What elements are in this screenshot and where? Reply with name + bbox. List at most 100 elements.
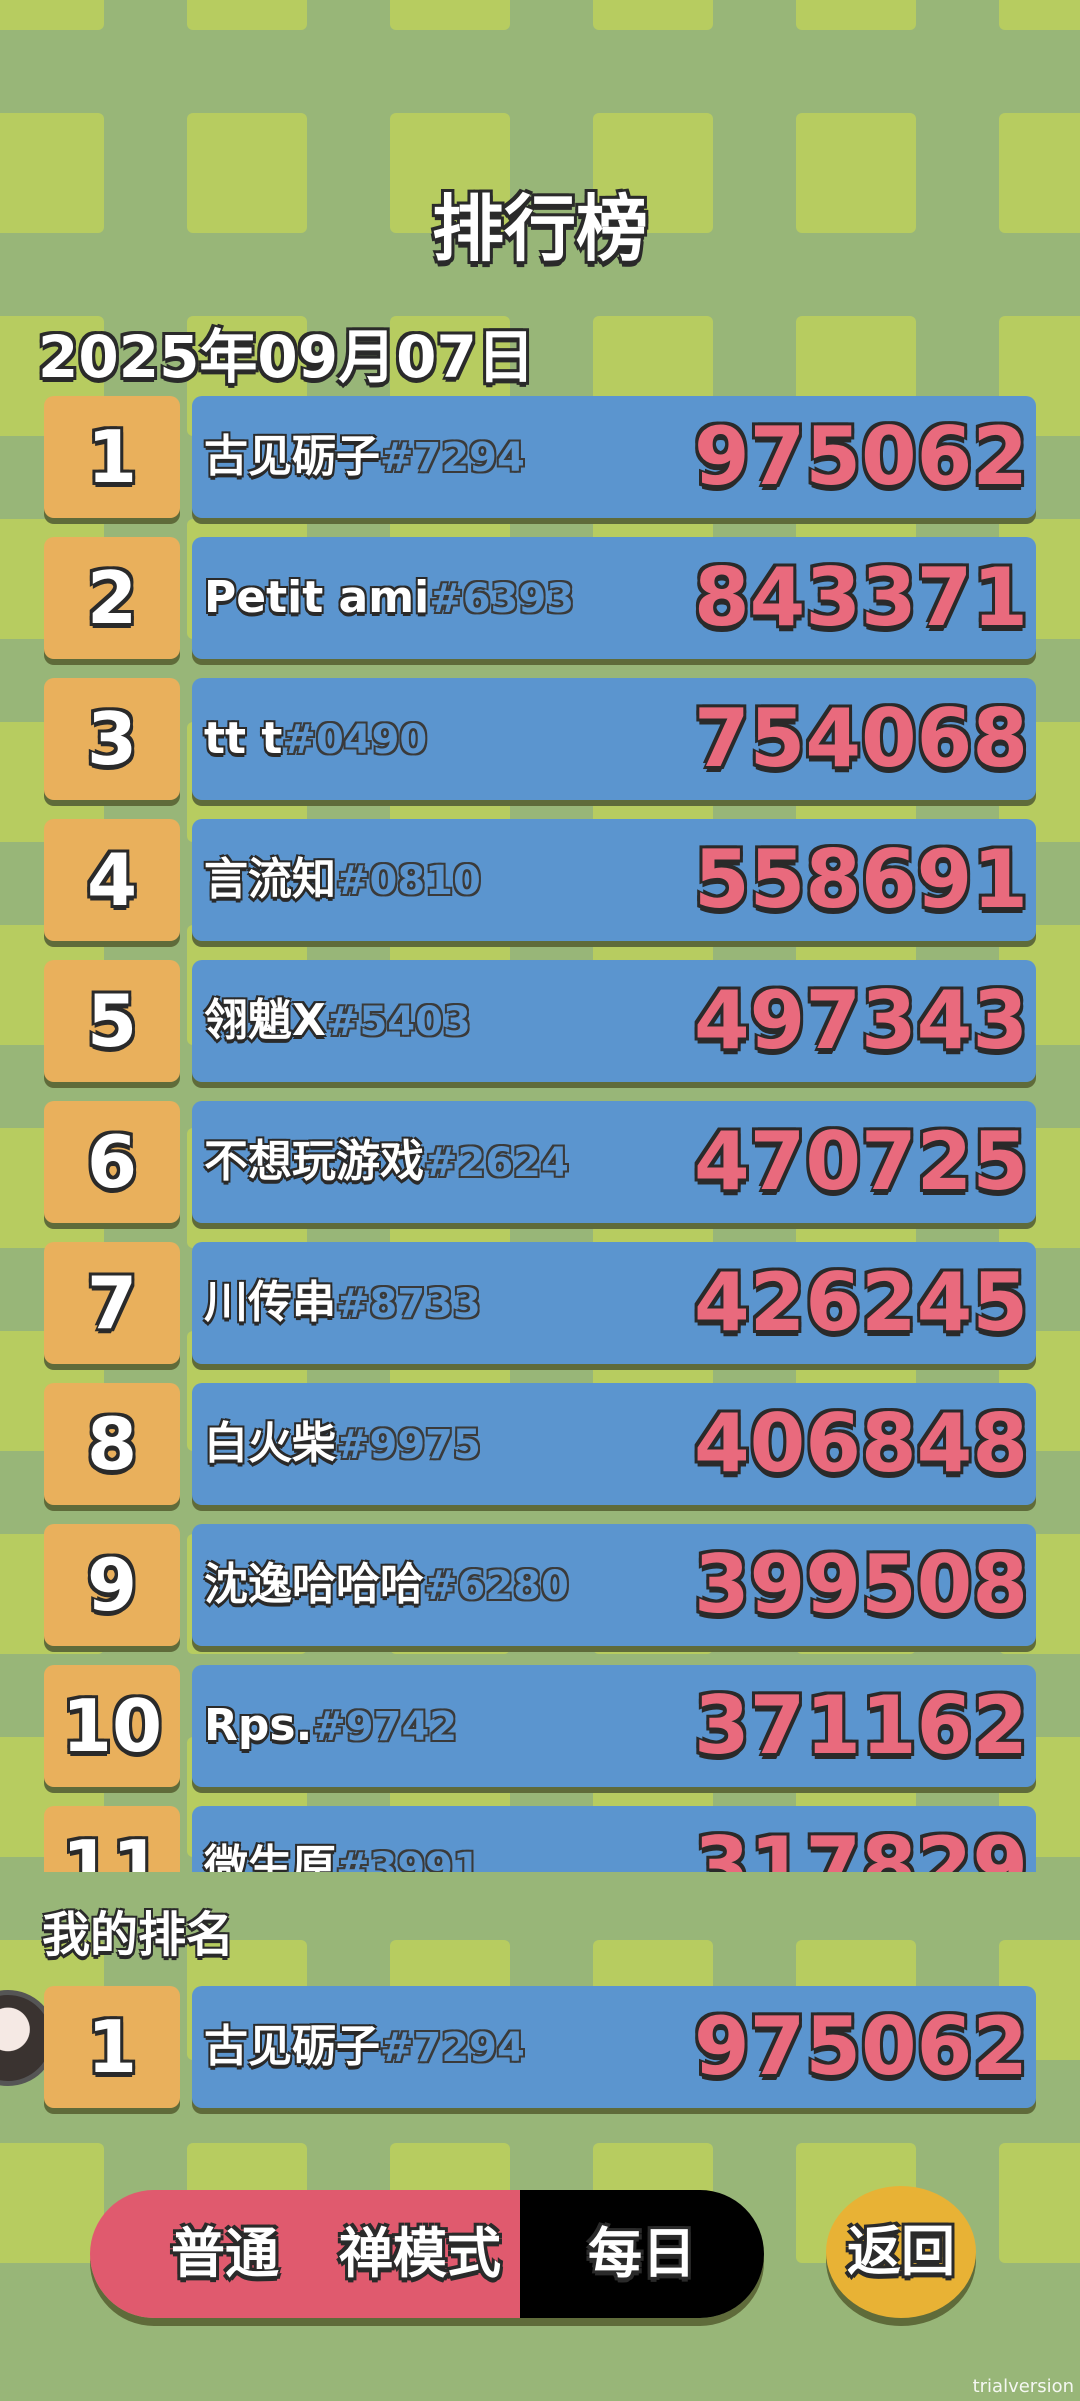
rank-number: 5 [44,960,180,1082]
player-bar: Rps.#9742 371162 [192,1665,1036,1787]
background-tile [999,2143,1080,2263]
leaderboard-row: 2 Petit ami#6393 843371 [40,533,1040,663]
player-score: 470725 [694,1115,1028,1208]
player-score: 975062 [694,410,1028,503]
background-tile [999,0,1080,30]
player-name: 言流知 [204,854,336,905]
rank-number: 7 [44,1242,180,1364]
player-score: 843371 [694,551,1028,644]
my-rank-number: 1 [44,1986,180,2108]
player-name-line: 不想玩游戏#2624 [204,1101,569,1224]
player-score: 371162 [694,1679,1028,1772]
leaderboard-row: 5 翎魈X#5403 497343 [40,956,1040,1086]
player-name: Rps. [204,1700,313,1751]
leaderboard-row: 6 不想玩游戏#2624 470725 [40,1097,1040,1227]
player-name: 川传串 [204,1277,336,1328]
player-bar: 不想玩游戏#2624 470725 [192,1101,1036,1223]
player-score: 399508 [694,1538,1028,1631]
mode-selector: 普通 禅模式 每日 [90,2190,764,2318]
background-tile [0,2143,104,2263]
player-name-line: 沈逸哈哈哈#6280 [204,1524,569,1647]
rank-number: 3 [44,678,180,800]
player-score: 558691 [694,833,1028,926]
leaderboard-row: 9 沈逸哈哈哈#6280 399508 [40,1520,1040,1650]
player-name-line: 古见砺子#7294 [204,396,525,519]
leaderboard-row: 3 tt t#0490 754068 [40,674,1040,804]
player-name-line: Rps.#9742 [204,1665,457,1788]
player-tag: #2624 [424,1140,569,1186]
tab-normal[interactable]: 普通 [90,2190,320,2318]
player-bar: 翎魈X#5403 497343 [192,960,1036,1082]
tab-zen[interactable]: 禅模式 [320,2190,520,2318]
rank-number: 6 [44,1101,180,1223]
background-tile [187,0,307,30]
player-name-line: Petit ami#6393 [204,537,574,660]
player-bar: 言流知#0810 558691 [192,819,1036,941]
player-bar: 古见砺子#7294 975062 [192,396,1036,518]
player-score: 754068 [694,692,1028,785]
page-title: 排行榜 [431,187,648,271]
player-score: 426245 [694,1256,1028,1349]
background-tile [593,0,713,30]
player-name: 白火柴 [204,1418,336,1469]
player-score: 497343 [694,974,1028,1067]
player-name-line: 言流知#0810 [204,819,481,942]
my-player-bar: 古见砺子#7294 975062 [192,1986,1036,2108]
player-bar: 白火柴#9975 406848 [192,1383,1036,1505]
back-button[interactable]: 返回 [826,2186,976,2318]
rank-number: 2 [44,537,180,659]
player-name: tt t [204,713,283,764]
my-player-name-line: 古见砺子#7294 [204,1986,525,2109]
rank-number: 8 [44,1383,180,1505]
player-tag: #3991 [336,1845,481,1872]
player-bar: tt t#0490 754068 [192,678,1036,800]
player-score: 406848 [694,1397,1028,1490]
leaderboard-row: 4 言流知#0810 558691 [40,815,1040,945]
player-name: 翎魈X [204,995,326,1046]
leaderboard-date: 2025年09月07日 [38,323,535,391]
player-name: 不想玩游戏 [204,1136,424,1187]
player-name-line: tt t#0490 [204,678,427,801]
my-player-tag: #7294 [380,2025,525,2071]
player-bar: 沈逸哈哈哈#6280 399508 [192,1524,1036,1646]
player-name: Petit ami [204,572,430,623]
my-rank-label: 我的排名 [42,1907,235,1963]
player-tag: #0810 [336,858,481,904]
background-tile [796,0,916,30]
leaderboard-row: 11 微生原#3991 317829 [40,1802,1040,1872]
rank-number: 1 [44,396,180,518]
player-score: 317829 [694,1820,1028,1872]
rank-number: 10 [44,1665,180,1787]
rank-number: 9 [44,1524,180,1646]
leaderboard-row: 7 川传串#8733 426245 [40,1238,1040,1368]
player-tag: #7294 [380,435,525,481]
player-tag: #9742 [312,1704,458,1750]
player-tag: #5403 [325,999,471,1045]
player-name: 沈逸哈哈哈 [204,1559,424,1610]
player-name-line: 微生原#3991 [204,1806,481,1872]
player-bar: 川传串#8733 426245 [192,1242,1036,1364]
rank-number: 4 [44,819,180,941]
player-name-line: 白火柴#9975 [204,1383,481,1506]
player-name: 微生原 [204,1841,336,1872]
background-tile [390,0,510,30]
player-name-line: 翎魈X#5403 [204,960,471,1083]
player-tag: #6280 [424,1563,569,1609]
player-name: 古见砺子 [204,431,380,482]
player-name-line: 川传串#8733 [204,1242,481,1365]
leaderboard-row: 8 白火柴#9975 406848 [40,1379,1040,1509]
tab-daily[interactable]: 每日 [520,2190,764,2318]
rank-number: 11 [44,1806,180,1872]
player-tag: #6393 [429,576,575,622]
my-player-name: 古见砺子 [204,2021,380,2072]
background-tile [0,0,104,30]
leaderboard-list[interactable]: 1 古见砺子#7294 975062 2 Petit ami#6393 8433… [0,392,1080,1872]
player-tag: #8733 [336,1281,481,1327]
my-player-score: 975062 [694,2000,1028,2093]
my-rank-row: 1 古见砺子#7294 975062 [40,1982,1040,2112]
player-bar: 微生原#3991 317829 [192,1806,1036,1872]
player-tag: #9975 [336,1422,481,1468]
leaderboard-row: 1 古见砺子#7294 975062 [40,392,1040,522]
player-tag: #0490 [282,717,428,763]
player-bar: Petit ami#6393 843371 [192,537,1036,659]
